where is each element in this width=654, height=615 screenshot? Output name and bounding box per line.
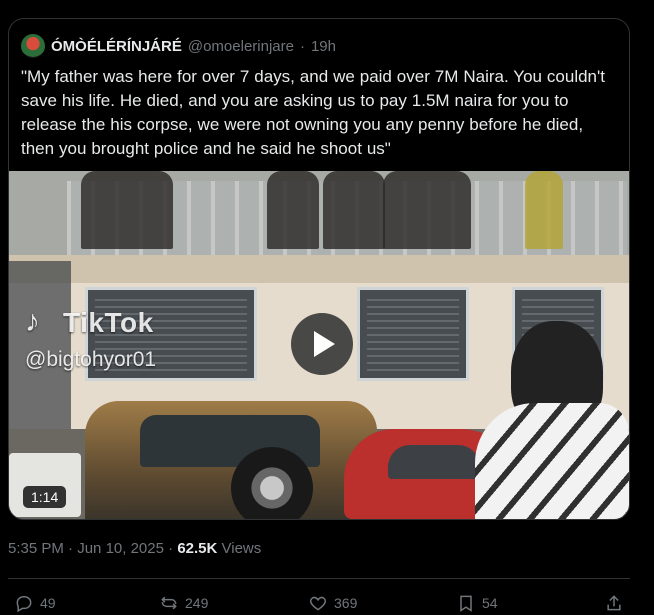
balcony-person-yellow-vest (525, 171, 563, 249)
video-duration: 1:14 (23, 486, 67, 508)
building-window (357, 287, 469, 381)
header-separator: · (299, 37, 305, 55)
video-thumbnail[interactable]: ♪ TikTok @bigtohyor01 1:14 (9, 171, 629, 519)
share-button[interactable] (604, 593, 624, 613)
quoted-post-text: "My father was here for over 7 days, and… (21, 67, 605, 158)
reply-button[interactable]: 49 (14, 593, 56, 613)
balcony-crowd (383, 171, 471, 249)
like-button[interactable]: 369 (308, 593, 357, 613)
author-avatar[interactable] (21, 34, 45, 58)
quoted-post-header: ÓMÒÉLÉRÍNJÁRÉ @omoelerinjare · 19h (21, 33, 617, 59)
post-time[interactable]: 5:35 PM (8, 540, 64, 557)
foreground-person (475, 321, 629, 519)
quoted-post-card[interactable]: ÓMÒÉLÉRÍNJÁRÉ @omoelerinjare · 19h "My f… (8, 18, 630, 520)
patterned-shirt (475, 403, 629, 519)
views-label: Views (221, 540, 262, 557)
play-icon (314, 331, 335, 357)
balcony-crowd (81, 171, 173, 249)
tiktok-handle: @bigtohyor01 (25, 348, 157, 371)
heart-icon (309, 596, 327, 611)
gold-suv (85, 401, 377, 519)
balcony-person (267, 171, 319, 249)
repost-icon (161, 596, 177, 610)
repost-button[interactable]: 249 (159, 593, 208, 613)
play-button[interactable] (291, 313, 353, 375)
reply-icon (16, 596, 32, 613)
post-metadata: 5:35 PM · Jun 10, 2025 · 62.5K Views (8, 540, 261, 557)
metadata-divider (8, 578, 630, 579)
bookmark-count: 54 (482, 595, 498, 611)
repost-count: 249 (185, 595, 209, 611)
tiktok-logo-icon: ♪ (25, 305, 40, 338)
spare-wheel (231, 447, 313, 519)
views-count[interactable]: 62.5K (177, 540, 217, 557)
bookmark-icon (460, 595, 472, 612)
author-handle[interactable]: @omoelerinjare (188, 38, 294, 55)
upper-building-wall (9, 255, 629, 285)
post-age[interactable]: 19h (311, 38, 336, 55)
post-date[interactable]: Jun 10, 2025 (77, 540, 164, 557)
top-text-fragment (8, 0, 48, 4)
post-actions: 49 249 369 54 (14, 593, 644, 615)
balcony-person (323, 171, 385, 249)
author-display-name[interactable]: ÓMÒÉLÉRÍNJÁRÉ (51, 38, 182, 55)
bookmark-button[interactable]: 54 (456, 593, 498, 613)
time-date-separator: · (168, 540, 174, 557)
time-date-separator: · (68, 540, 74, 557)
share-icon (607, 595, 621, 611)
tiktok-brand-text: TikTok (63, 307, 154, 338)
like-count: 369 (334, 595, 358, 611)
reply-count: 49 (40, 595, 56, 611)
